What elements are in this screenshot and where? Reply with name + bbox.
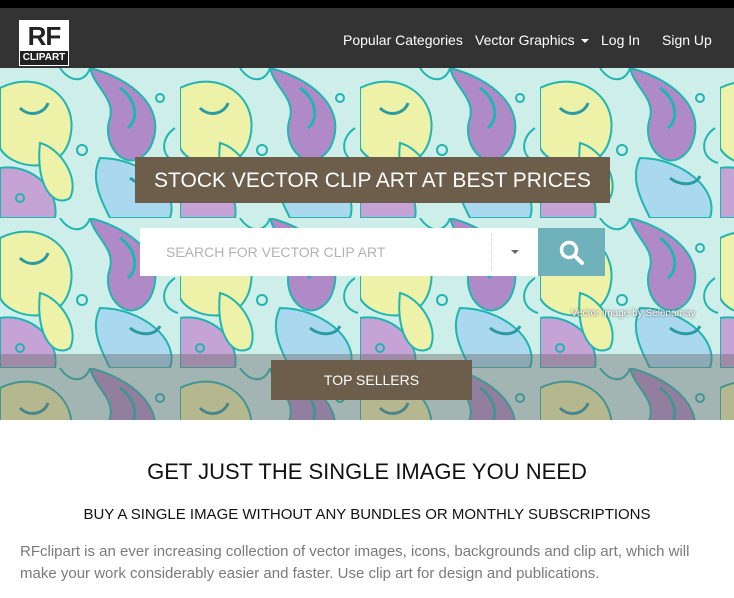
- nav-sign-up-label: Sign Up: [662, 32, 712, 48]
- search-category-dropdown[interactable]: [492, 228, 538, 276]
- nav-vector-graphics-label: Vector Graphics: [475, 32, 575, 48]
- nav-log-in-label: Log In: [601, 32, 640, 48]
- navbar: RF CLIPART Popular Categories Vector Gra…: [0, 8, 734, 68]
- logo-subtext: CLIPART: [20, 51, 68, 65]
- search-input[interactable]: [140, 228, 490, 276]
- main-heading: GET JUST THE SINGLE IMAGE YOU NEED: [147, 459, 587, 484]
- sub-heading: BUY A SINGLE IMAGE WITHOUT ANY BUNDLES O…: [83, 506, 651, 523]
- image-credit[interactable]: Vector image by Selenamay: [571, 308, 696, 319]
- search-box: [140, 228, 538, 276]
- site-logo[interactable]: RF CLIPART: [19, 20, 69, 66]
- nav-popular-categories-label: Popular Categories: [343, 32, 463, 48]
- nav-sign-up[interactable]: Sign Up: [662, 8, 712, 68]
- hero-title: STOCK VECTOR CLIP ART AT BEST PRICES: [135, 157, 610, 203]
- top-sellers-button[interactable]: TOP SELLERS: [271, 360, 472, 400]
- nav-vector-graphics[interactable]: Vector Graphics: [475, 8, 589, 68]
- chevron-down-icon: [511, 250, 519, 254]
- intro-paragraph: RFclipart is an ever increasing collecti…: [20, 543, 690, 582]
- top-strip: [0, 0, 734, 8]
- chevron-down-icon: [580, 39, 589, 44]
- search-button[interactable]: [538, 228, 605, 276]
- logo-text: RF: [27, 21, 62, 51]
- hero-banner: STOCK VECTOR CLIP ART AT BEST PRICES Vec…: [0, 68, 734, 420]
- search-icon: [559, 240, 584, 265]
- nav-popular-categories[interactable]: Popular Categories: [343, 8, 463, 68]
- nav-log-in[interactable]: Log In: [601, 8, 640, 68]
